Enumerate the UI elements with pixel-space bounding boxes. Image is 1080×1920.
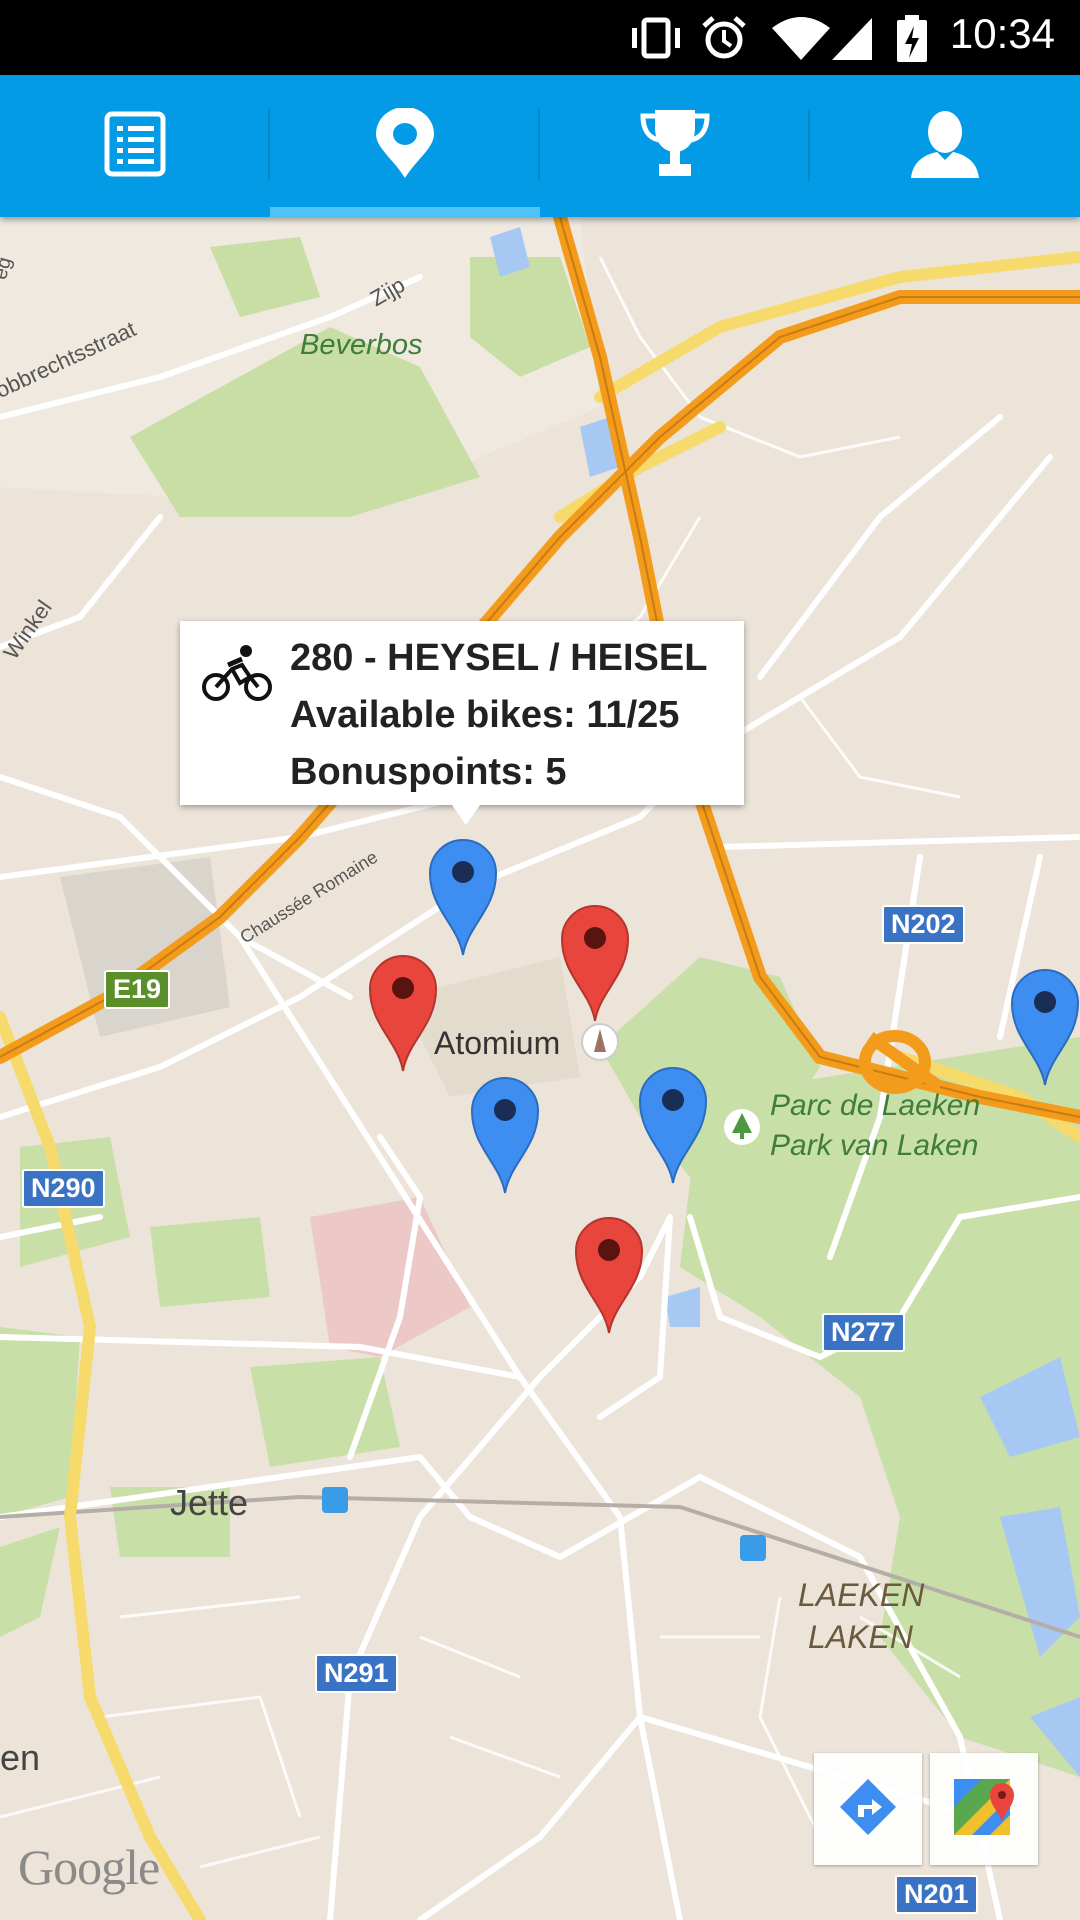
directions-icon (838, 1777, 898, 1842)
station-name: 280 - HEYSEL / HEISEL (290, 637, 708, 679)
road-shield-e19: E19 (104, 970, 171, 1009)
road-shield-n201: N201 (895, 1875, 978, 1914)
directions-button[interactable] (814, 1753, 922, 1865)
map-label-beverbos: Beverbos (300, 329, 423, 361)
station-marker-blue[interactable] (638, 1065, 708, 1185)
battery-charging-icon (895, 14, 929, 69)
tab-map[interactable] (270, 75, 540, 217)
map-view[interactable]: Beverbos Zijp obbrechtsstraat Winkel eg … (0, 217, 1080, 1920)
road-shield-n277: N277 (822, 1313, 905, 1352)
map-label-en: en (0, 1737, 41, 1778)
station-marker-red[interactable] (368, 953, 438, 1073)
tab-list[interactable] (0, 75, 270, 217)
tab-ranking[interactable] (540, 75, 810, 217)
station-marker-blue[interactable] (428, 837, 498, 957)
map-label-park: Park van Laken (770, 1129, 979, 1162)
road-shield-n291: N291 (315, 1654, 398, 1693)
list-icon (104, 111, 166, 182)
road-shield-n290: N290 (22, 1169, 105, 1208)
google-attribution: Google (18, 1839, 160, 1895)
trophy-icon (637, 108, 713, 185)
map-label-laken: LAKEN (808, 1619, 913, 1655)
selected-tab-indicator (270, 207, 540, 217)
open-in-maps-button[interactable] (930, 1753, 1038, 1865)
map-label-jette: Jette (170, 1482, 249, 1523)
station-info-window[interactable]: 280 - HEYSEL / HEISEL Available bikes: 1… (180, 621, 744, 825)
map-pin-icon (374, 106, 436, 185)
station-marker-red[interactable] (560, 903, 630, 1023)
map-label-parc: Parc de Laeken (770, 1089, 981, 1122)
bonus-points: Bonuspoints: 5 (290, 751, 567, 793)
cell-signal-icon (830, 14, 874, 67)
station-marker-blue[interactable] (470, 1075, 540, 1195)
tab-bar (0, 75, 1080, 217)
wifi-icon (770, 14, 832, 67)
vibrate-icon (628, 14, 684, 67)
person-icon (909, 108, 981, 185)
tab-profile[interactable] (810, 75, 1080, 217)
station-marker-blue[interactable] (1010, 967, 1080, 1087)
bicycle-icon (202, 643, 272, 708)
map-label-atomium: Atomium (434, 1025, 561, 1061)
alarm-icon (700, 14, 748, 67)
station-marker-red[interactable] (574, 1215, 644, 1335)
available-bikes: Available bikes: 11/25 (290, 694, 680, 736)
status-bar: 10:34 (0, 0, 1080, 75)
map-base (0, 217, 1080, 1920)
google-maps-icon (952, 1775, 1016, 1844)
map-label-laeken: LAEKEN (798, 1577, 925, 1613)
road-shield-n202: N202 (882, 905, 965, 944)
clock: 10:34 (949, 10, 1055, 57)
